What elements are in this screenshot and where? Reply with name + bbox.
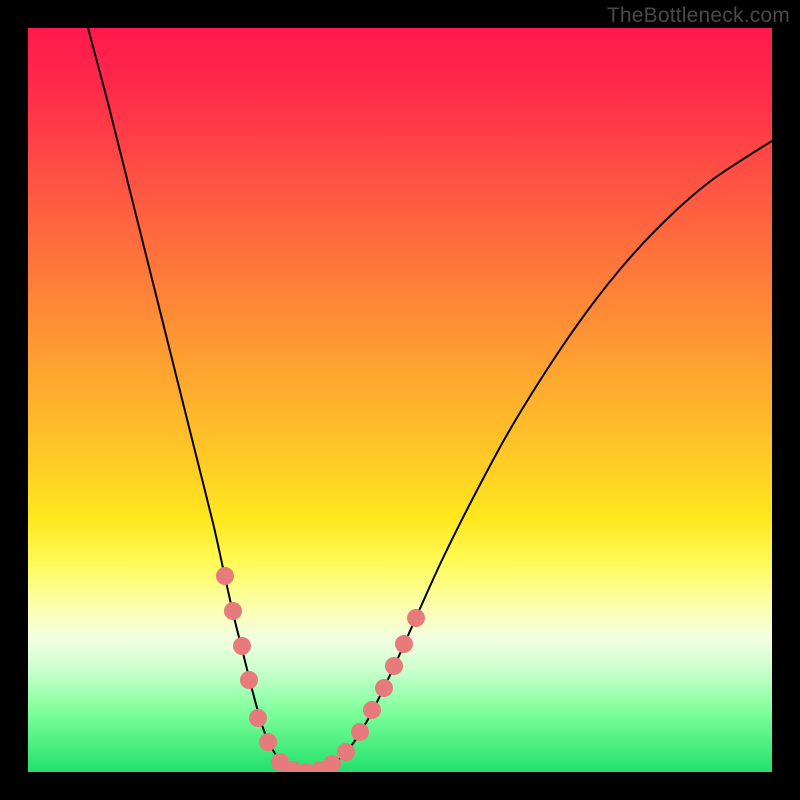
chart-svg	[28, 28, 772, 772]
data-marker	[363, 701, 381, 719]
data-marker	[385, 657, 403, 675]
data-marker	[224, 602, 242, 620]
data-marker	[407, 609, 425, 627]
data-marker	[233, 637, 251, 655]
data-marker	[216, 567, 234, 585]
chart-frame: TheBottleneck.com	[0, 0, 800, 800]
data-marker	[323, 755, 341, 772]
data-marker	[240, 671, 258, 689]
data-marker	[351, 723, 369, 741]
bottleneck-curve	[88, 28, 772, 772]
data-marker	[375, 679, 393, 697]
plot-area	[28, 28, 772, 772]
watermark-label: TheBottleneck.com	[607, 4, 790, 28]
data-marker	[249, 709, 267, 727]
data-marker	[395, 635, 413, 653]
data-marker	[337, 743, 355, 761]
data-marker	[259, 733, 277, 751]
